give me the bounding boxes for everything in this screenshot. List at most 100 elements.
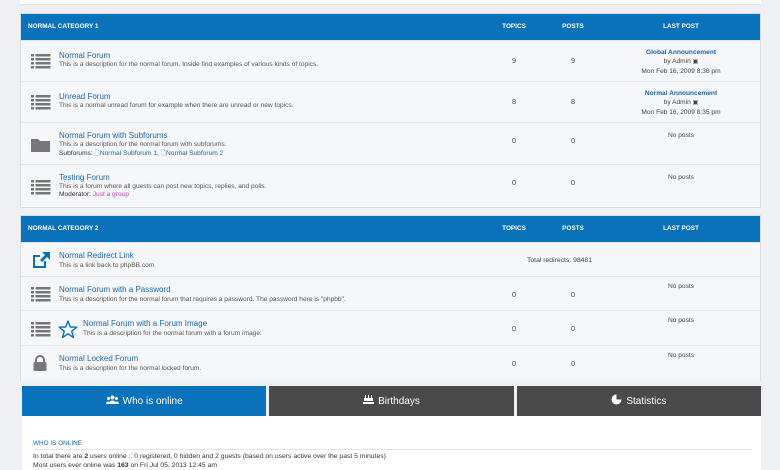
online-text: users online :: 0 registered, 0 hidden a… [88, 453, 386, 460]
column-posts: POSTS [562, 23, 584, 30]
forum-row: Normal Locked Forum This is a descriptio… [21, 345, 760, 381]
tab-birthdays[interactable]: Birthdays [269, 386, 514, 416]
who-is-online-panel: WHO IS ONLINE In total there are 2 users… [22, 416, 761, 470]
forum-description: This is a link back to phpBB.com [59, 262, 155, 269]
folder-icon [31, 137, 51, 155]
posts-count: 0 [570, 359, 576, 368]
topics-count: 0 [511, 136, 517, 145]
posts-count: 0 [570, 178, 576, 187]
view-post-icon[interactable]: ▣ [693, 100, 699, 106]
forum-row: Normal Redirect Link This is a link back… [21, 242, 760, 276]
forum-description: This is a description for the normal loc… [59, 365, 202, 372]
last-post: Global Announcement by Admin ▣ Mon Feb 1… [621, 48, 741, 76]
no-posts-text: No posts [667, 317, 695, 324]
last-post: No posts [621, 282, 741, 291]
last-post-date: Mon Feb 16, 2009 8:36 pm [641, 68, 721, 75]
topics-count: 0 [511, 324, 517, 333]
column-topics: TOPICS [502, 225, 526, 232]
forum-title-link[interactable]: Normal Locked Forum [59, 354, 138, 363]
cake-icon [363, 394, 375, 408]
last-post-title[interactable]: Normal Announcement [621, 89, 741, 98]
forum-title-link[interactable]: Normal Forum with a Forum Image [83, 319, 207, 328]
list-icon [31, 286, 51, 304]
last-post-author[interactable]: by Admin [664, 99, 691, 106]
last-post-title[interactable]: Global Announcement [621, 48, 741, 57]
column-topics: TOPICS [502, 23, 526, 30]
online-summary: In total there are 2 users online :: 0 r… [33, 453, 386, 460]
who-is-online-heading[interactable]: WHO IS ONLINE [33, 440, 82, 447]
forum-description: This is a description for the normal for… [59, 296, 346, 303]
online-text: In total there are [33, 453, 85, 460]
posts-count: 0 [570, 136, 576, 145]
moderator-label: Moderator: [59, 191, 91, 198]
no-posts-text: No posts [667, 174, 695, 181]
last-post-author[interactable]: by Admin [664, 58, 691, 65]
stats-tabs: Who is online Birthdays Statistics [22, 386, 761, 416]
record-count: 163 [117, 462, 129, 469]
forum-row: Normal Forum with a Forum Image This is … [21, 310, 760, 345]
category-title[interactable]: NORMAL CATEGORY 2 [28, 225, 98, 232]
forum-image-star-icon [58, 320, 78, 341]
forum-row: Testing Forum This is a forum where all … [21, 164, 760, 206]
category-panel-2: NORMAL CATEGORY 2 TOPICS POSTS LAST POST… [20, 215, 761, 381]
online-record: Most users ever online was 163 on Fri Ju… [33, 462, 217, 469]
topics-count: 0 [511, 359, 517, 368]
last-post: No posts [621, 131, 741, 140]
topics-count: 0 [511, 178, 517, 187]
moderator-line: Moderator: Just a group [59, 191, 129, 198]
column-posts: POSTS [562, 225, 584, 232]
forum-title-link[interactable]: Unread Forum [59, 92, 111, 101]
moderator-group-link[interactable]: Just a group [93, 191, 129, 198]
list-icon [31, 94, 51, 112]
forum-title-link[interactable]: Testing Forum [59, 173, 110, 182]
posts-count: 0 [570, 324, 576, 333]
no-posts-text: No posts [667, 352, 695, 359]
tab-statistics[interactable]: Statistics [516, 386, 761, 416]
record-text: Most users ever online was [33, 462, 118, 469]
list-icon [31, 53, 51, 71]
pie-chart-icon [611, 394, 622, 408]
forum-description: This is a description for the normal for… [59, 61, 319, 68]
external-link-icon [31, 251, 51, 271]
view-post-icon[interactable]: ▣ [693, 59, 699, 65]
forum-description: This is a normal unread forum for exampl… [59, 102, 294, 109]
forum-description: This is a forum where all guests can pos… [59, 183, 267, 190]
forum-description: This is a description for the normal for… [59, 141, 227, 148]
forum-title-link[interactable]: Normal Forum with Subforums [59, 131, 167, 140]
forum-row: Normal Forum This is a description for t… [21, 40, 760, 81]
forum-row: Normal Forum with Subforums This is a de… [21, 122, 760, 164]
list-icon [31, 179, 51, 197]
tab-label: Birthdays [378, 395, 420, 407]
forum-row: Unread Forum This is a normal unread for… [21, 81, 760, 122]
divider [33, 449, 751, 450]
forum-description: This is a description for the normal for… [83, 330, 262, 337]
last-post: Normal Announcement by Admin ▣ Mon Feb 1… [621, 89, 741, 117]
forum-title-link[interactable]: Normal Forum [59, 51, 110, 60]
topics-count: 0 [511, 290, 517, 299]
tab-label: Who is online [122, 395, 183, 407]
forum-title-link[interactable]: Normal Forum with a Password [59, 285, 171, 294]
category-header: NORMAL CATEGORY 1 TOPICS POSTS LAST POST [21, 14, 760, 40]
no-posts-text: No posts [667, 132, 695, 139]
last-post-date: Mon Feb 16, 2009 8:35 pm [641, 109, 721, 116]
subforums-line: Subforums: 🗋Normal Subforum 1, 🗋Normal S… [59, 150, 224, 157]
column-last-post: LAST POST [663, 23, 699, 30]
category-panel-1: NORMAL CATEGORY 1 TOPICS POSTS LAST POST… [20, 13, 761, 208]
tab-who-is-online[interactable]: Who is online [22, 386, 267, 416]
column-last-post: LAST POST [663, 225, 699, 232]
topics-count: 9 [511, 56, 517, 65]
last-post: No posts [621, 173, 741, 182]
forum-title-link[interactable]: Normal Redirect Link [59, 251, 134, 260]
record-text: on Fri Jul 05, 2013 12:45 am [128, 462, 218, 469]
posts-count: 0 [570, 290, 576, 299]
category-header: NORMAL CATEGORY 2 TOPICS POSTS LAST POST [21, 216, 760, 242]
subforum-link[interactable]: Normal Subforum 1 [100, 150, 157, 157]
users-icon [105, 395, 119, 408]
posts-count: 9 [570, 56, 576, 65]
posts-count: 8 [570, 97, 576, 106]
subforum-link[interactable]: Normal Subforum 2 [166, 150, 223, 157]
last-post: No posts [621, 351, 741, 360]
total-redirects: Total redirects: 98481 [527, 257, 592, 264]
category-title[interactable]: NORMAL CATEGORY 1 [28, 23, 98, 30]
list-icon [31, 321, 51, 339]
